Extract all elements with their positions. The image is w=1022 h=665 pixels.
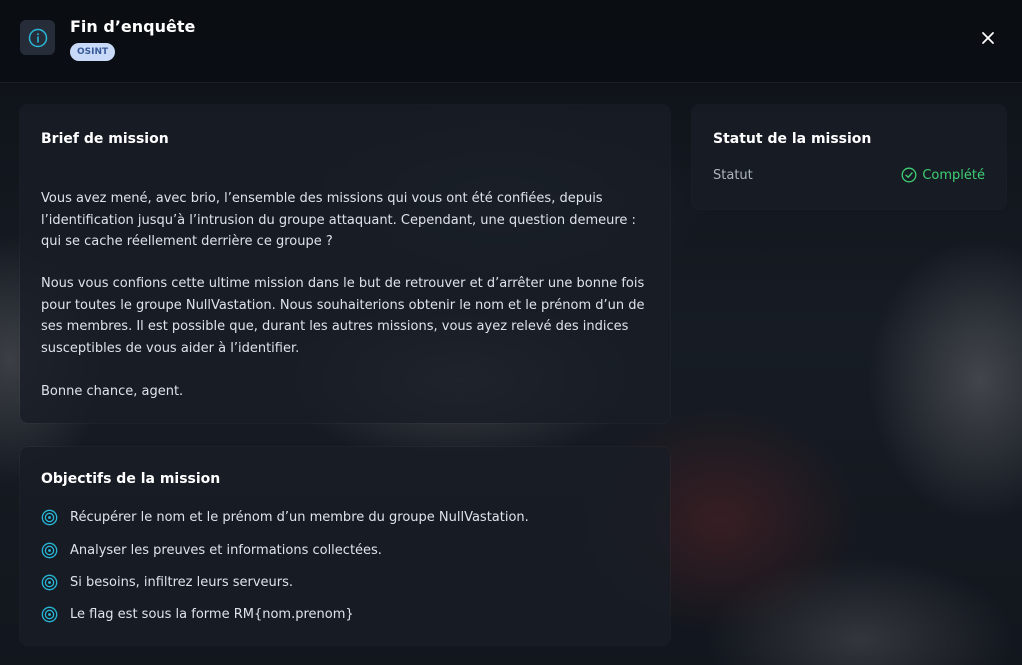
target-icon <box>41 542 58 558</box>
mission-objectives-title: Objectifs de la mission <box>41 471 221 487</box>
status-row: Statut Complété <box>713 167 985 183</box>
brief-paragraph: Bonne chance, agent. <box>41 384 184 399</box>
objective-item: Récupérer le nom et le prénom d’un membr… <box>41 507 529 527</box>
check-circle-icon <box>901 167 917 183</box>
info-icon <box>20 20 55 55</box>
objective-item: Le flag est sous la forme RM{nom.prenom} <box>41 604 354 624</box>
brief-paragraph: Vous avez mené, avec brio, l’ensemble de… <box>41 191 636 249</box>
objective-item: Analyser les preuves et informations col… <box>41 540 382 560</box>
category-badge: OSINT <box>70 43 116 61</box>
mission-status-card: Statut de la mission Statut Complété <box>692 105 1006 209</box>
brief-paragraph: Nous vous confions cette ultime mission … <box>41 276 645 356</box>
objective-item: Si besoins, infiltrez leurs serveurs. <box>41 572 293 592</box>
objective-text: Si besoins, infiltrez leurs serveurs. <box>70 574 294 590</box>
target-icon <box>41 574 58 590</box>
modal-title: Fin d’enquête <box>70 17 196 36</box>
objective-text: Le flag est sous la forme RM{nom.prenom} <box>70 606 354 622</box>
mission-status-title: Statut de la mission <box>713 131 872 147</box>
close-icon <box>982 32 994 44</box>
objective-text: Analyser les preuves et informations col… <box>70 542 382 558</box>
mission-brief-title: Brief de mission <box>41 131 169 147</box>
status-badge: Complété <box>901 167 985 183</box>
objective-text: Récupérer le nom et le prénom d’un membr… <box>70 509 529 525</box>
mission-objectives-card: Objectifs de la mission Récupérer le nom… <box>20 447 670 645</box>
close-button[interactable] <box>976 26 1000 50</box>
target-icon <box>41 509 58 525</box>
mission-brief-card: Brief de mission Vous avez mené, avec br… <box>20 105 670 423</box>
status-value: Complété <box>922 167 985 183</box>
target-icon <box>41 606 58 622</box>
modal-header: Fin d’enquête OSINT <box>0 0 1022 83</box>
status-label: Statut <box>713 167 753 183</box>
